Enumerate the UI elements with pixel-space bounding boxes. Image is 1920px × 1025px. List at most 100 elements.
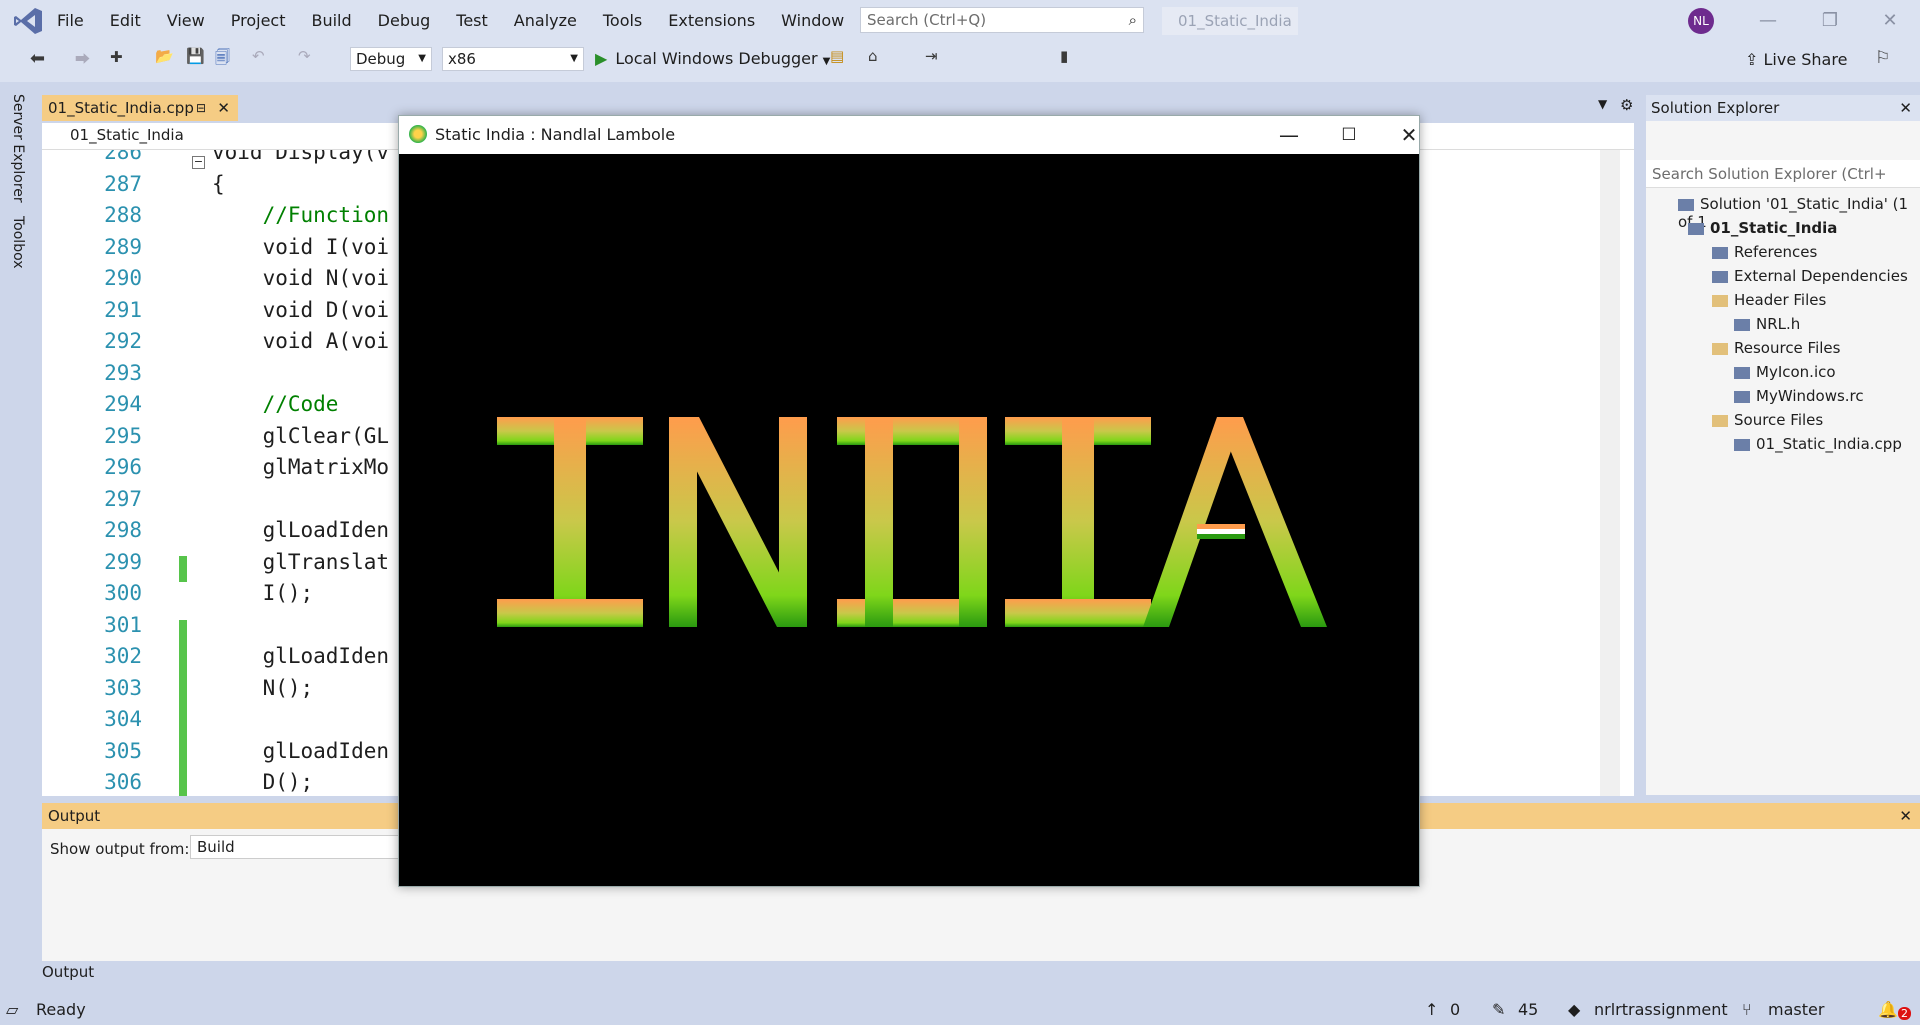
code-line[interactable]: glClear(GL — [212, 424, 389, 448]
play-icon: ▶ — [595, 49, 608, 68]
minimize-icon[interactable]: — — [1748, 6, 1788, 36]
file-icon — [1712, 246, 1728, 259]
redo-icon[interactable]: ↷ — [298, 47, 311, 65]
tree-item[interactable]: NRL.h — [1734, 315, 1800, 333]
solution-search-input[interactable]: Search Solution Explorer (Ctrl+ — [1646, 160, 1920, 188]
tree-item[interactable]: References — [1712, 243, 1817, 261]
code-line[interactable]: void D(voi — [212, 298, 389, 322]
code-line[interactable]: I(); — [212, 581, 314, 605]
tree-item-label: External Dependencies — [1734, 267, 1908, 285]
bookmark-icon[interactable]: ▮ — [1060, 47, 1068, 65]
menu-item-window[interactable]: Window — [781, 9, 858, 33]
tree-item[interactable]: 01_Static_India.cpp — [1734, 435, 1902, 453]
change-marker — [179, 556, 187, 582]
output-source-dropdown[interactable]: Build — [190, 835, 406, 859]
line-number: 289 — [104, 234, 142, 259]
code-line[interactable]: { — [212, 172, 225, 196]
code-line[interactable]: glTranslat — [212, 550, 389, 574]
output-bottom-tab[interactable]: Output — [42, 963, 94, 981]
server-explorer-tab[interactable]: Server Explorer — [10, 94, 26, 203]
save-all-icon[interactable]: 🗐 — [215, 47, 230, 72]
menu-item-debug[interactable]: Debug — [378, 9, 445, 33]
menu-item-project[interactable]: Project — [231, 9, 300, 33]
forward-icon[interactable]: ⮕ — [75, 48, 90, 69]
status-branch[interactable]: master — [1768, 1000, 1824, 1019]
opengl-canvas — [399, 154, 1419, 886]
status-edit-count[interactable]: 45 — [1518, 1000, 1538, 1019]
code-line[interactable]: glLoadIden — [212, 644, 389, 668]
code-line[interactable]: N(); — [212, 676, 314, 700]
browse-icon[interactable]: ⌂ — [868, 47, 878, 65]
back-icon[interactable]: ⬅ — [30, 48, 45, 69]
collapse-toggle-icon[interactable]: − — [192, 156, 205, 169]
platform-dropdown[interactable]: x86 ▼ — [442, 47, 584, 71]
restore-icon[interactable]: ❐ — [1810, 6, 1850, 36]
line-number: 291 — [104, 297, 142, 322]
menu-item-analyze[interactable]: Analyze — [514, 9, 591, 33]
status-up-count[interactable]: 0 — [1450, 1000, 1460, 1019]
menu-item-test[interactable]: Test — [456, 9, 502, 33]
close-icon[interactable]: ✕ — [1899, 803, 1912, 829]
run-debugger-button[interactable]: ▶ Local Windows Debugger ▼ — [595, 47, 830, 71]
feedback-icon[interactable]: ⚐ — [1875, 48, 1890, 68]
menu-item-edit[interactable]: Edit — [110, 9, 155, 33]
live-share-label: Live Share — [1763, 50, 1848, 69]
tree-item[interactable]: Header Files — [1712, 291, 1826, 309]
tree-item-label: MyIcon.ico — [1756, 363, 1836, 381]
line-number: 300 — [104, 581, 142, 605]
menu-item-build[interactable]: Build — [311, 9, 365, 33]
minimize-icon[interactable]: — — [1269, 120, 1309, 150]
tree-item[interactable]: External Dependencies — [1712, 267, 1908, 285]
tree-item-label: 01_Static_India.cpp — [1756, 435, 1902, 453]
code-line[interactable]: void Display(v — [212, 150, 389, 164]
notification-bell-icon[interactable]: 🔔 — [1878, 1000, 1898, 1019]
code-line[interactable]: glLoadIden — [212, 518, 389, 542]
menu-item-extensions[interactable]: Extensions — [668, 9, 769, 33]
tree-item-label: References — [1734, 243, 1818, 261]
code-line[interactable]: glLoadIden — [212, 739, 389, 763]
tab-overflow-icon[interactable]: ▼ — [1598, 97, 1607, 111]
live-share-button[interactable]: ⇪ Live Share — [1745, 50, 1847, 69]
code-line[interactable]: D(); — [212, 770, 314, 794]
save-icon[interactable]: 💾 — [186, 47, 205, 65]
branch-icon: ⑂ — [1742, 1000, 1752, 1019]
code-line[interactable]: //Function — [212, 203, 389, 227]
editor-scrollbar[interactable] — [1600, 150, 1620, 796]
close-icon[interactable]: ✕ — [1899, 95, 1912, 121]
tree-item[interactable]: 01_Static_India — [1688, 219, 1837, 237]
process-icon[interactable]: ▤ — [830, 47, 844, 65]
pin-icon[interactable]: ⊟ — [196, 95, 206, 121]
toolbox-tab[interactable]: Toolbox — [10, 216, 26, 269]
code-line[interactable]: glMatrixMo — [212, 455, 389, 479]
menu-item-view[interactable]: View — [167, 9, 219, 33]
menu-item-tools[interactable]: Tools — [603, 9, 656, 33]
code-line[interactable]: void N(voi — [212, 266, 389, 290]
close-icon[interactable]: ✕ — [1389, 120, 1429, 150]
avatar[interactable]: NL — [1688, 8, 1714, 34]
code-line[interactable]: void A(voi — [212, 329, 389, 353]
line-number: 302 — [104, 644, 142, 668]
tree-item[interactable]: MyWindows.rc — [1734, 387, 1864, 405]
tree-item[interactable]: Resource Files — [1712, 339, 1840, 357]
code-line[interactable]: void I(voi — [212, 235, 389, 259]
step-icon[interactable]: ⇥ — [925, 47, 938, 65]
run-label: Local Windows Debugger — [615, 49, 818, 68]
configuration-dropdown[interactable]: Debug ▼ — [350, 47, 432, 71]
tree-item-label: Source Files — [1734, 411, 1824, 429]
close-icon[interactable]: ✕ — [1870, 6, 1910, 36]
search-icon[interactable]: ⌕ — [1129, 11, 1137, 29]
search-box[interactable]: Search (Ctrl+Q) ⌕ — [860, 7, 1144, 33]
tree-item[interactable]: MyIcon.ico — [1734, 363, 1836, 381]
new-project-icon[interactable]: ✚ — [110, 48, 123, 66]
undo-icon[interactable]: ↶ — [252, 47, 265, 65]
tree-item[interactable]: Source Files — [1712, 411, 1823, 429]
settings-gear-icon[interactable]: ⚙ — [1620, 96, 1633, 114]
maximize-icon[interactable]: ☐ — [1329, 120, 1369, 150]
close-tab-icon[interactable]: ✕ — [217, 95, 230, 121]
open-folder-icon[interactable]: 📂 — [155, 47, 174, 65]
opengl-window[interactable]: Static India : Nandlal Lambole — ☐ ✕ — [398, 115, 1420, 887]
menu-item-file[interactable]: File — [57, 9, 98, 33]
status-repo[interactable]: nrlrtrassignment — [1594, 1000, 1728, 1019]
code-line[interactable]: //Code — [212, 392, 339, 416]
document-tab[interactable]: 01_Static_India.cpp ⊟ ✕ — [42, 95, 238, 121]
